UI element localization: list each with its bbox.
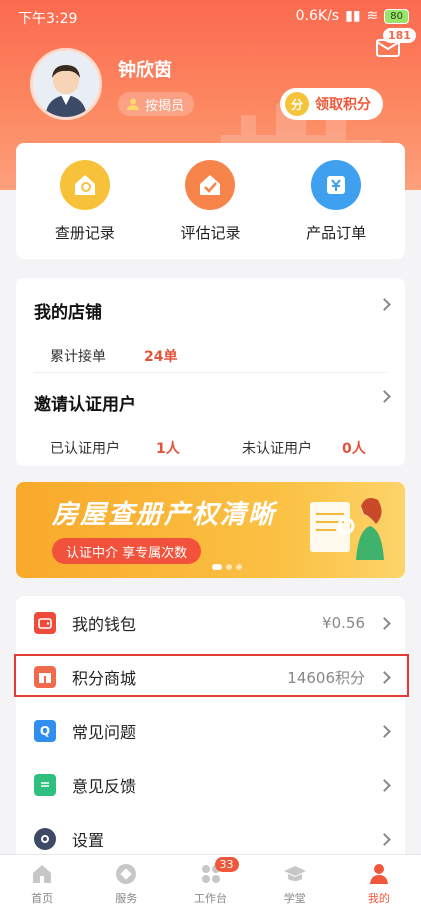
wallet-icon [34,612,56,634]
menu-list: 我的钱包 ¥0.56 积分商城 14606积分 Q 常见问题 意见反馈 设置 [16,596,405,866]
menu-label: 积分商城 [72,669,137,688]
wifi-icon: ≋ [366,8,379,24]
quick-actions-card: 查册记录 评估记录 产品订单 [16,143,405,259]
user-name: 钟欣茵 [118,60,172,81]
total-orders-value: 24单 [144,349,178,365]
certified-value: 1人 [156,441,180,457]
tab-label: 服务 [115,892,138,905]
divider [34,372,387,373]
network-speed: 0.6K/s [295,8,340,24]
chevron-right-icon[interactable] [378,298,391,311]
service-icon [113,861,139,887]
tab-label: 我的 [367,892,390,905]
question-icon: Q [34,720,56,742]
user-avatar-icon [33,51,99,117]
carousel-dot[interactable] [226,564,232,570]
check-house-icon [185,159,236,210]
menu-value: ¥0.56 [322,614,365,632]
quick-action-valuation-records[interactable]: 评估记录 [155,159,265,243]
tab-workbench[interactable]: 33 工作台 [168,855,252,912]
chevron-right-icon [378,616,391,630]
home-icon [29,861,55,887]
banner-pill: 认证中介 享专属次数 [52,538,202,564]
chevron-right-icon[interactable] [378,390,391,403]
workbench-badge: 33 [214,857,239,872]
carousel-dots [212,564,242,570]
menu-label: 设置 [72,831,105,850]
total-orders-label: 累计接单 [50,349,106,365]
quick-action-product-orders[interactable]: 产品订单 [281,159,391,243]
tab-academy[interactable]: 学堂 [253,855,337,912]
settings-gear-icon [34,828,56,850]
certified-label: 已认证用户 [50,441,120,457]
message-badge: 181 [383,28,416,43]
menu-label: 常见问题 [72,723,137,742]
menu-label: 意见反馈 [72,777,137,796]
invite-title[interactable]: 邀请认证用户 [34,390,136,415]
battery-indicator: 80 [384,8,409,24]
store-title[interactable]: 我的店铺 [34,298,102,323]
feedback-icon [34,774,56,796]
points-coin-icon: 分 [285,92,309,116]
promo-banner[interactable]: 房屋查册产权清晰 认证中介 享专属次数 [16,482,405,578]
quick-action-label: 查册记录 [54,223,115,242]
person-icon [366,861,392,887]
gift-icon [34,666,56,688]
chevron-right-icon [378,724,391,738]
menu-item-feedback[interactable]: 意见反馈 [16,758,405,812]
role-badge: 按揭员 [118,92,195,116]
tab-service[interactable]: 服务 [84,855,168,912]
menu-item-faq[interactable]: Q 常见问题 [16,704,405,758]
avatar[interactable] [30,48,102,120]
tab-label: 工作台 [194,892,227,905]
role-label: 按揭员 [145,98,185,114]
banner-illustration [310,498,384,560]
status-bar: 下午3:29 0.6K/s ▮▮ ≋ 80 [0,0,421,32]
banner-title: 房屋查册产权清晰 [52,500,277,530]
menu-value: 14606积分 [287,668,365,687]
carousel-dot[interactable] [212,564,222,570]
menu-item-points-mall[interactable]: 积分商城 14606积分 [16,650,405,704]
menu-label: 我的钱包 [72,615,137,634]
chevron-right-icon [378,832,391,846]
uncertified-value: 0人 [342,441,366,457]
tab-label: 学堂 [283,892,306,905]
quick-action-label: 评估记录 [180,223,241,242]
graduation-cap-icon [282,861,308,887]
store-card: 我的店铺 累计接单 24单 邀请认证用户 已认证用户 1人 未认证用户 0人 [16,278,405,466]
signal-icon: ▮▮ [345,8,361,24]
house-search-icon [59,159,110,210]
claim-points-label: 领取积分 [315,97,371,113]
chevron-right-icon [378,778,391,792]
status-time: 下午3:29 [18,11,78,27]
bottom-tab-bar: 首页 服务 33 工作台 学堂 我的 [0,854,421,912]
chevron-right-icon [378,670,391,684]
carousel-dot[interactable] [236,564,242,570]
user-role-icon [127,98,139,110]
tab-label: 首页 [31,892,54,905]
menu-item-wallet[interactable]: 我的钱包 ¥0.56 [16,596,405,650]
quick-action-search-records[interactable]: 查册记录 [30,159,140,243]
uncertified-label: 未认证用户 [242,441,312,457]
tab-home[interactable]: 首页 [0,855,84,912]
tab-mine[interactable]: 我的 [337,855,421,912]
yuan-order-icon [311,159,362,210]
quick-action-label: 产品订单 [306,223,367,242]
claim-points-button[interactable]: 分 领取积分 [280,88,383,120]
